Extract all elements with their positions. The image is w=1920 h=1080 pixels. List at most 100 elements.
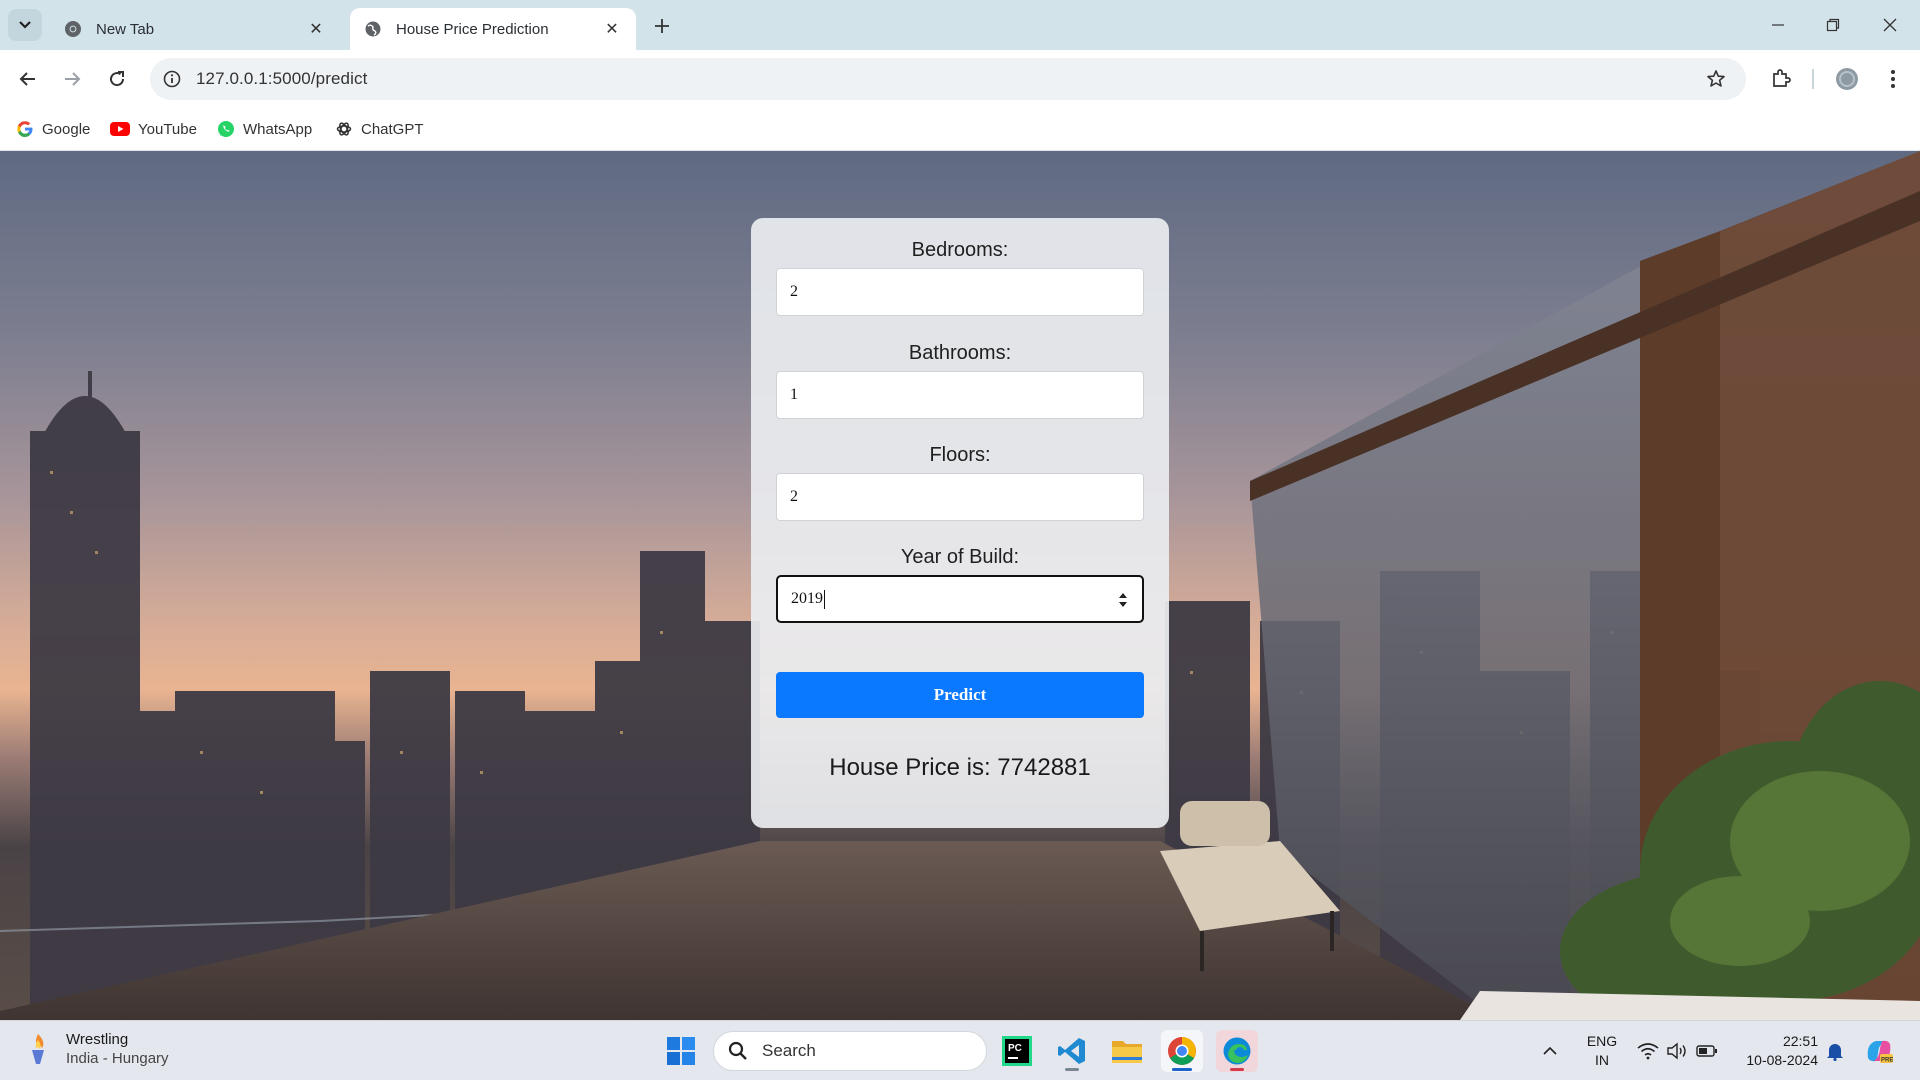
volume-icon [1667,1042,1686,1060]
chrome-favicon-icon [65,21,81,37]
browser-toolbar: 127.0.0.1:5000/predict [0,50,1920,108]
notifications-button[interactable] [1826,1021,1844,1080]
battery-status[interactable] [1696,1021,1718,1080]
search-icon [728,1041,747,1060]
chevron-up-icon [1543,1046,1557,1055]
bookmark-star-icon[interactable] [1704,67,1728,91]
arrow-right-icon [65,72,81,86]
edge-icon [1223,1037,1251,1065]
bookmark-youtube[interactable]: YouTube [110,118,197,140]
tab-search-button[interactable] [8,9,42,41]
minimize-button[interactable] [1758,8,1798,42]
tab-title: House Price Prediction [396,20,549,38]
bookmark-label: YouTube [138,120,197,138]
language-indicator[interactable]: ENG IN [1582,1032,1622,1070]
taskbar-app-vscode[interactable] [1051,1030,1093,1072]
battery-icon [1696,1045,1717,1057]
clock-time: 22:51 [1782,1033,1818,1049]
copilot-button[interactable]: PRE [1864,1021,1894,1080]
bookmark-label: ChatGPT [361,120,424,138]
year-of-build-input[interactable]: 2019 [776,575,1144,623]
plus-icon [655,19,669,33]
bathrooms-label: Bathrooms: [908,342,1012,364]
taskbar-app-edge[interactable] [1216,1030,1258,1072]
more-vertical-icon [1891,70,1895,88]
arrow-left-icon [19,72,35,86]
vscode-icon [1058,1038,1085,1064]
floors-value: 2 [790,488,798,505]
text-caret [824,589,825,609]
clock[interactable]: 22:51 10-08-2024 [1732,1032,1818,1070]
close-tab-icon[interactable]: ✕ [306,19,326,39]
bookmark-google[interactable]: Google [16,118,90,140]
volume-status[interactable] [1666,1021,1688,1080]
bookmark-chatgpt[interactable]: ChatGPT [335,118,424,140]
menu-button[interactable] [1877,63,1909,95]
taskbar-search[interactable]: Search [713,1031,987,1071]
restore-button[interactable] [1813,8,1853,42]
prediction-form-card: Bedrooms: 2 Bathrooms: 1 Floors: 2 Year … [751,218,1169,828]
new-tab-button[interactable] [648,12,676,40]
address-bar[interactable]: 127.0.0.1:5000/predict [150,58,1746,100]
site-info-icon[interactable] [160,67,184,91]
page-viewport: Bedrooms: 2 Bathrooms: 1 Floors: 2 Year … [0,151,1920,1020]
floors-input[interactable]: 2 [776,473,1144,521]
running-indicator [1065,1068,1079,1071]
active-indicator [1172,1068,1192,1071]
year-of-build-value: 2019 [791,590,823,607]
chrome-icon [1168,1037,1196,1065]
language-top: ENG [1586,1033,1618,1049]
bookmark-label: WhatsApp [243,120,313,138]
url-text[interactable]: 127.0.0.1:5000/predict [196,69,367,89]
bedrooms-label: Bedrooms: [911,239,1009,261]
bedrooms-input[interactable]: 2 [776,268,1144,316]
close-tab-icon[interactable]: ✕ [602,19,622,39]
tab-house-price-prediction[interactable]: House Price Prediction ✕ [350,8,636,50]
running-indicator [1230,1068,1244,1071]
svg-text:PRE: PRE [1881,1058,1893,1064]
avatar-icon [1836,68,1858,90]
extensions-button[interactable] [1765,63,1797,95]
weather-widget[interactable]: Wrestling India - Hungary [24,1031,169,1067]
tab-strip: New Tab ✕ House Price Prediction ✕ [0,0,1920,50]
restore-icon [1826,18,1840,32]
bookmark-label: Google [42,120,91,138]
number-spinner-icon[interactable] [1118,590,1128,610]
chatgpt-icon [336,122,352,136]
taskbar: Wrestling India - Hungary Search PC ENG … [0,1020,1920,1080]
back-button[interactable] [12,63,44,95]
start-button[interactable] [660,1030,702,1072]
profile-button[interactable] [1831,63,1863,95]
chevron-down-icon [19,21,31,29]
windows-logo-icon [667,1037,695,1065]
predict-button[interactable]: Predict [776,672,1144,718]
taskbar-app-pycharm[interactable]: PC [996,1030,1038,1072]
wifi-status[interactable] [1637,1021,1659,1080]
reload-button[interactable] [101,63,133,95]
taskbar-app-file-explorer[interactable] [1106,1030,1148,1072]
close-window-button[interactable] [1870,8,1910,42]
search-placeholder: Search [762,1041,816,1060]
reload-icon [110,71,125,87]
svg-text:PC: PC [1008,1043,1022,1054]
google-icon [17,121,33,137]
bookmark-whatsapp[interactable]: WhatsApp [217,118,312,140]
close-icon [1883,18,1897,32]
tab-new-tab[interactable]: New Tab ✕ [50,8,340,50]
year-of-build-label: Year of Build: [900,546,1020,568]
weather-subtitle: India - Hungary [66,1050,169,1067]
show-hidden-icons-button[interactable] [1542,1021,1558,1080]
taskbar-app-chrome[interactable] [1161,1030,1203,1072]
bathrooms-input[interactable]: 1 [776,371,1144,419]
toolbar-divider [1812,69,1814,89]
forward-button[interactable] [56,63,88,95]
copilot-icon: PRE [1867,1040,1893,1064]
bookmarks-bar: Google YouTube WhatsApp ChatGPT [0,108,1920,151]
folder-icon [1112,1041,1142,1063]
weather-title: Wrestling [66,1031,129,1048]
bathrooms-value: 1 [790,386,798,403]
bell-icon [1827,1044,1843,1061]
tab-title: New Tab [96,20,155,38]
bedrooms-value: 2 [790,283,798,300]
clock-date: 10-08-2024 [1746,1052,1818,1068]
